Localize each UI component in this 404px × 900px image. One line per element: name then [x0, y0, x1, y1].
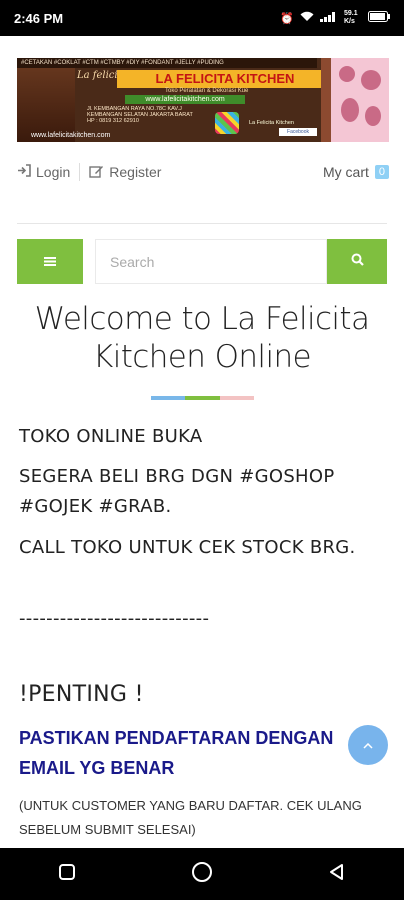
scroll-top-button[interactable]: [348, 725, 388, 765]
banner-left-image: [17, 58, 75, 142]
banner-address: Jl. KEMBANGAN RAYA NO.78C KAV.J KEMBANGA…: [87, 106, 193, 124]
store-banner[interactable]: #CETAKAN #COKLAT #CTM #CTMBY #DIY #FONDA…: [17, 58, 389, 142]
auth-bar: Login Register My cart 0: [17, 158, 389, 186]
login-label: Login: [36, 164, 71, 180]
banner-tagline: Toko Peralatan & Dekorasi Kue: [165, 88, 249, 94]
banner-website-lower: www.lafelicitakitchen.com: [31, 132, 111, 139]
page-title: Welcome to La Felicita Kitchen Online: [34, 301, 370, 375]
status-bar: 2:46 PM ⏰ 59.1 K/s: [0, 0, 404, 36]
cart-label: My cart: [322, 164, 369, 180]
wifi-icon: [300, 11, 314, 25]
banner-right-image: [331, 58, 389, 142]
search-button[interactable]: [327, 239, 387, 284]
back-icon[interactable]: [328, 863, 346, 886]
banner-website: www.lafelicitakitchen.com: [125, 95, 245, 104]
banner-candy-image: [215, 112, 239, 134]
underline-blue: [151, 396, 186, 400]
network-speed: 59.1 K/s: [344, 10, 358, 25]
magnifier-icon: [351, 253, 364, 271]
banner-right-label: La Felicita Kitchen: [249, 120, 294, 126]
cart-link[interactable]: My cart 0: [323, 164, 389, 180]
cart-count-badge: 0: [374, 165, 389, 179]
banner-facebook: Facebook: [279, 128, 317, 136]
recents-icon[interactable]: [58, 863, 76, 886]
banner-mid-image: [321, 58, 331, 142]
android-nav-bar: [0, 848, 404, 900]
underline-green: [185, 396, 220, 400]
underline-pink: [219, 396, 254, 400]
sign-in-icon: [17, 164, 31, 180]
battery-icon: [368, 11, 390, 25]
banner-brand: LA FELICITA KITCHEN: [117, 70, 333, 88]
edit-icon: [89, 164, 104, 181]
header-divider: [17, 223, 387, 224]
notice-line-3: CALL TOKO UNTUK CEK STOCK BRG.: [19, 537, 356, 558]
search-input[interactable]: Search: [95, 239, 327, 284]
menu-button[interactable]: [17, 239, 83, 284]
register-link[interactable]: Register: [89, 164, 161, 181]
important-message: PASTIKAN PENDAFTARAN DENGAN EMAIL YG BEN…: [19, 728, 334, 778]
login-link[interactable]: Login: [17, 164, 70, 180]
status-icons: ⏰ 59.1 K/s: [280, 10, 390, 26]
hamburger-icon: [44, 253, 56, 271]
notice-important-heading: !PENTING !: [19, 682, 144, 707]
customer-note: (UNTUK CUSTOMER YANG BARU DAFTAR. CEK UL…: [19, 798, 362, 837]
banner-hashtags: #CETAKAN #COKLAT #CTM #CTMBY #DIY #FONDA…: [17, 58, 317, 68]
clock: 2:46 PM: [14, 10, 64, 26]
chevron-up-icon: [363, 736, 373, 754]
title-underline: [151, 396, 254, 400]
notice-line-1: TOKO ONLINE BUKA: [19, 426, 203, 447]
auth-separator: [79, 163, 81, 181]
notice-separator-line: ----------------------------: [19, 608, 210, 629]
register-label: Register: [109, 164, 162, 180]
signal-icon: [320, 11, 338, 25]
home-icon[interactable]: [191, 861, 213, 888]
alarm-icon: ⏰: [280, 12, 294, 25]
notice-line-2: SEGERA BELI BRG DGN #GOSHOP #GOJEK #GRAB…: [19, 466, 335, 517]
